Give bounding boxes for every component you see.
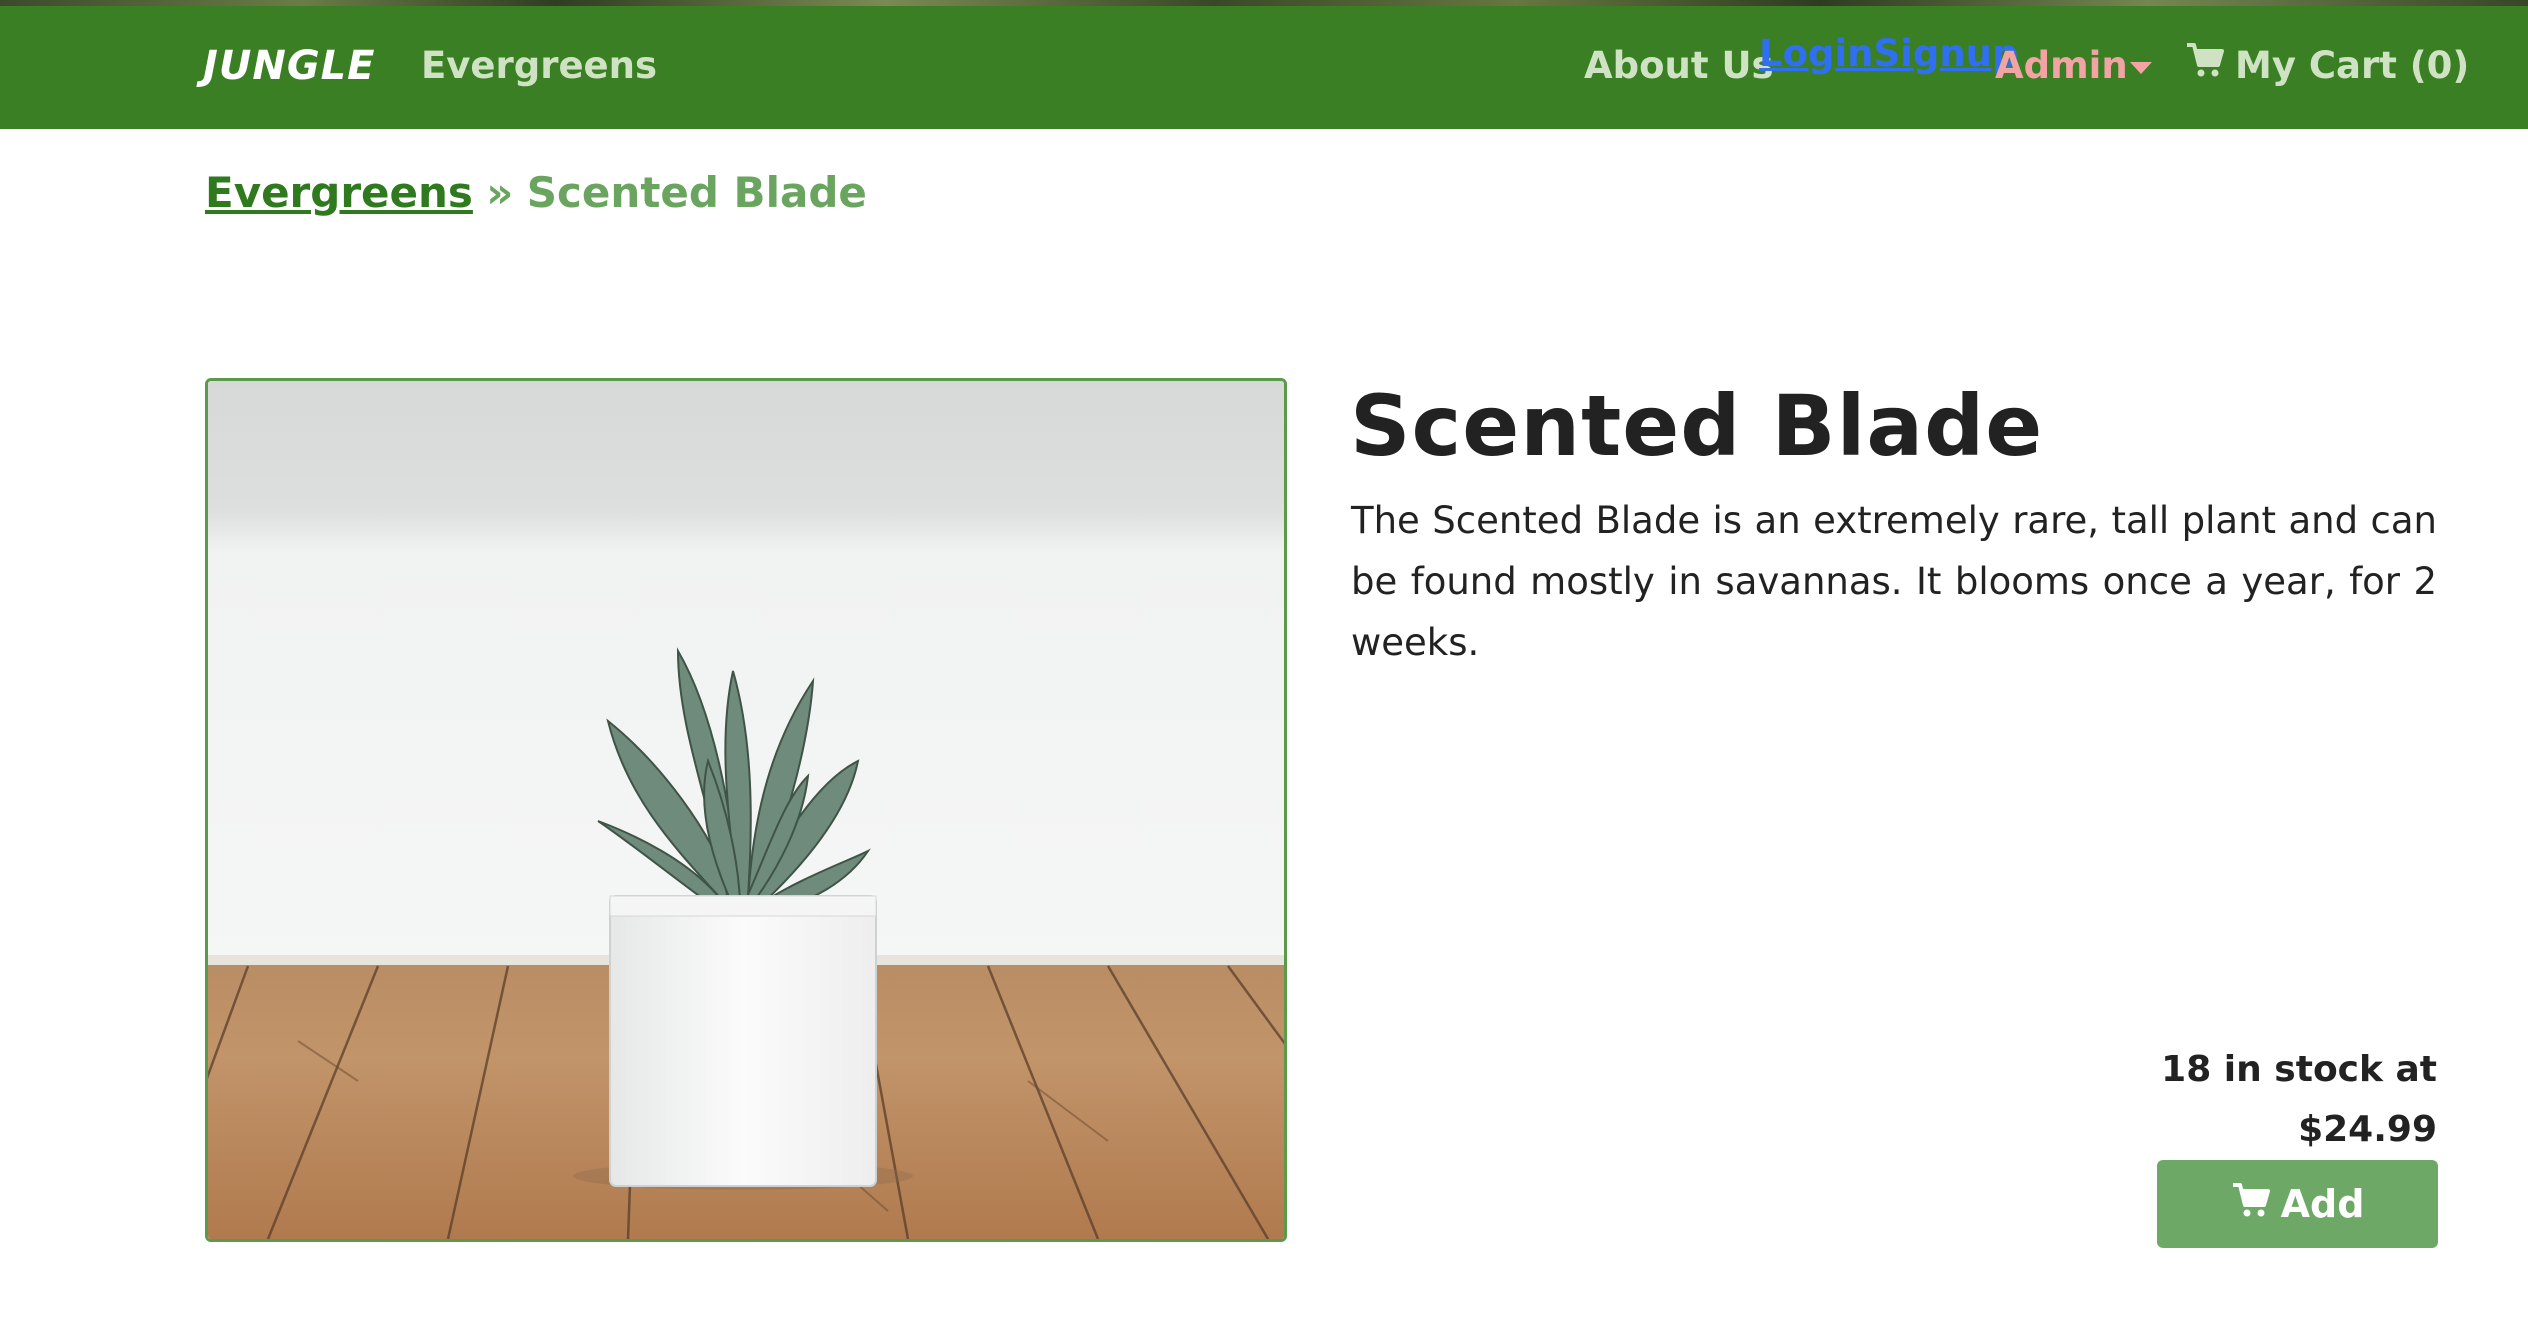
breadcrumb-separator: » <box>486 168 514 217</box>
stock-line: 18 in stock at <box>2161 1049 2437 1090</box>
nav-admin-dropdown[interactable]: Admin <box>1995 42 2128 90</box>
nav-category-link[interactable]: Evergreens <box>421 42 657 90</box>
breadcrumb-parent-link[interactable]: Evergreens <box>205 168 473 217</box>
price: $24.99 <box>2298 1109 2437 1150</box>
nav-about-link[interactable]: About Us <box>1584 42 1774 90</box>
stock-price-info: 18 in stock at $24.99 <box>2161 1040 2437 1160</box>
product-title: Scented Blade <box>1350 377 2044 475</box>
product-description: The Scented Blade is an extremely rare, … <box>1351 499 2437 664</box>
product-image <box>205 378 1287 1242</box>
add-to-cart-button[interactable]: Add <box>2157 1160 2438 1248</box>
add-button-label: Add <box>2280 1182 2365 1226</box>
breadcrumb-current: Scented Blade <box>526 168 867 217</box>
cart-icon <box>2185 42 2225 90</box>
nav-login-signup-link[interactable]: LoginSignup <box>1759 30 2019 78</box>
caret-down-icon[interactable] <box>2130 62 2152 74</box>
breadcrumb: Evergreens » Scented Blade <box>205 165 867 221</box>
cart-label: My Cart (0) <box>2235 44 2470 87</box>
nav-cart-link[interactable]: My Cart (0) <box>2185 42 2469 90</box>
cart-icon <box>2231 1182 2271 1227</box>
brand-logo[interactable]: JUNGLE <box>203 42 375 90</box>
top-navbar: JUNGLE Evergreens About Us LoginSignup A… <box>0 6 2528 129</box>
